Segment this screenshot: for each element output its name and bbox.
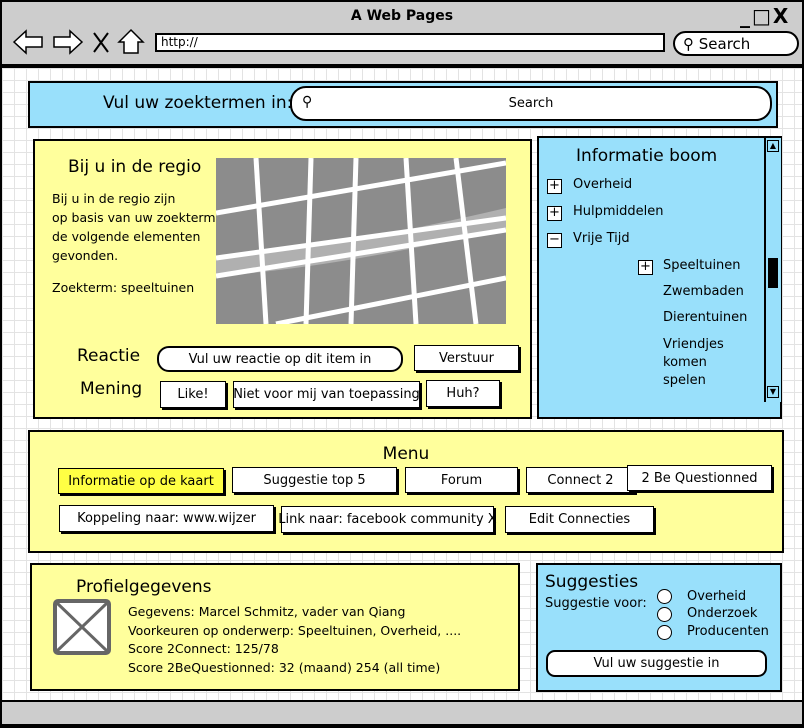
menu-suggestie-top5[interactable]: Suggestie top 5	[232, 467, 397, 493]
like-button[interactable]: Like!	[160, 381, 226, 408]
tree-item-vrije-tijd[interactable]: Vrije Tijd	[573, 231, 630, 246]
home-icon	[117, 28, 145, 54]
tree-item-dierentuinen[interactable]: Dierentuinen	[663, 310, 747, 325]
region-description: Bij u in de regio zijn op basis van uw zo…	[52, 191, 216, 263]
window-title: A Web Pages	[350, 8, 454, 24]
collapse-icon[interactable]: −	[547, 233, 562, 248]
scroll-up-icon[interactable]: ▲	[767, 140, 779, 152]
tree-item-speeltuinen[interactable]: Speeltuinen	[663, 258, 741, 273]
menu-forum[interactable]: Forum	[405, 467, 518, 493]
search-icon: ⚲	[683, 34, 699, 53]
nav-icons[interactable]	[12, 28, 147, 56]
stop-icon	[93, 32, 109, 53]
url-bar[interactable]: http://	[155, 33, 665, 52]
forward-icon	[53, 29, 84, 55]
reaction-label: Reactie	[77, 346, 141, 366]
menu-panel: Menu Informatie op de kaart Suggestie to…	[28, 430, 784, 553]
search-label: Search	[698, 34, 751, 53]
search-term: Zoekterm: speeltuinen	[52, 280, 195, 295]
tree-item-zwembaden[interactable]: Zwembaden	[663, 284, 744, 299]
profile-details: Gegevens: Marcel Schmitz, vader van Qian…	[128, 604, 462, 675]
scroll-thumb[interactable]	[768, 258, 778, 288]
huh-button[interactable]: Huh?	[426, 380, 500, 407]
not-applicable-button[interactable]: Niet voor mij van toepassing	[233, 381, 420, 408]
opinion-label: Mening	[80, 379, 143, 399]
avatar-image-placeholder	[53, 599, 111, 655]
send-button[interactable]: Verstuur	[414, 345, 519, 371]
suggestions-title: Suggesties	[545, 572, 639, 592]
search-placeholder: Search	[508, 96, 554, 111]
info-tree-panel: Informatie boom + Overheid + Hulpmiddele…	[537, 136, 782, 419]
reaction-input[interactable]: Vul uw reactie op dit item in	[157, 346, 403, 372]
search-panel: Vul uw zoektermen in: ⚲ Search	[28, 81, 778, 128]
expand-icon[interactable]: +	[547, 179, 562, 194]
profile-panel: Profielgegevens Gegevens: Marcel Schmitz…	[30, 563, 520, 691]
scrollbar[interactable]: ▲ ▼	[764, 138, 781, 402]
tree-item-vriendjes[interactable]: Vriendjes komen spelen	[663, 336, 753, 390]
profile-title: Profielgegevens	[76, 577, 212, 597]
tree-title: Informatie boom	[576, 146, 718, 166]
menu-edit-connecties[interactable]: Edit Connecties	[505, 506, 654, 533]
search-icon: ⚲	[302, 94, 313, 110]
menu-title: Menu	[382, 444, 430, 464]
window-controls[interactable]: _□X	[740, 4, 790, 28]
map-image[interactable]	[216, 158, 506, 324]
suggestions-label: Suggestie voor:	[545, 596, 647, 611]
suggestions-panel: Suggesties Suggestie voor: Overheid Onde…	[536, 563, 782, 692]
menu-informatie-kaart[interactable]: Informatie op de kaart	[58, 468, 224, 494]
menu-koppeling-wijzer[interactable]: Koppeling naar: www.wijzer	[59, 505, 274, 532]
status-bar	[2, 702, 802, 724]
back-icon	[12, 29, 43, 55]
expand-icon[interactable]: +	[547, 206, 562, 221]
menu-connect2[interactable]: Connect 2	[526, 467, 635, 493]
region-title: Bij u in de regio	[68, 157, 202, 177]
browser-search[interactable]: ⚲ Search	[673, 31, 799, 56]
region-panel: Bij u in de regio Bij u in de regio zijn…	[33, 139, 532, 419]
suggestion-input[interactable]: Vul uw suggestie in	[546, 650, 767, 677]
search-input[interactable]: ⚲ Search	[290, 86, 772, 121]
search-label: Vul uw zoektermen in:	[103, 93, 293, 113]
browser-chrome: A Web Pages _□X http:// ⚲ Search	[2, 2, 802, 66]
radio-overheid[interactable]	[657, 589, 672, 604]
menu-facebook-link[interactable]: Link naar: facebook community X	[278, 506, 497, 533]
option-producenten: Producenten	[687, 624, 769, 639]
scroll-down-icon[interactable]: ▼	[767, 386, 779, 398]
tree-item-overheid[interactable]: Overheid	[573, 177, 632, 192]
tree-item-hulpmiddelen[interactable]: Hulpmiddelen	[573, 204, 664, 219]
option-overheid: Overheid	[687, 589, 747, 604]
expand-icon[interactable]: +	[638, 260, 653, 275]
menu-2bequestionned[interactable]: 2 Be Questionned	[627, 465, 772, 491]
option-onderzoek: Onderzoek	[687, 606, 758, 621]
radio-producenten[interactable]	[657, 625, 672, 640]
radio-onderzoek[interactable]	[657, 607, 672, 622]
